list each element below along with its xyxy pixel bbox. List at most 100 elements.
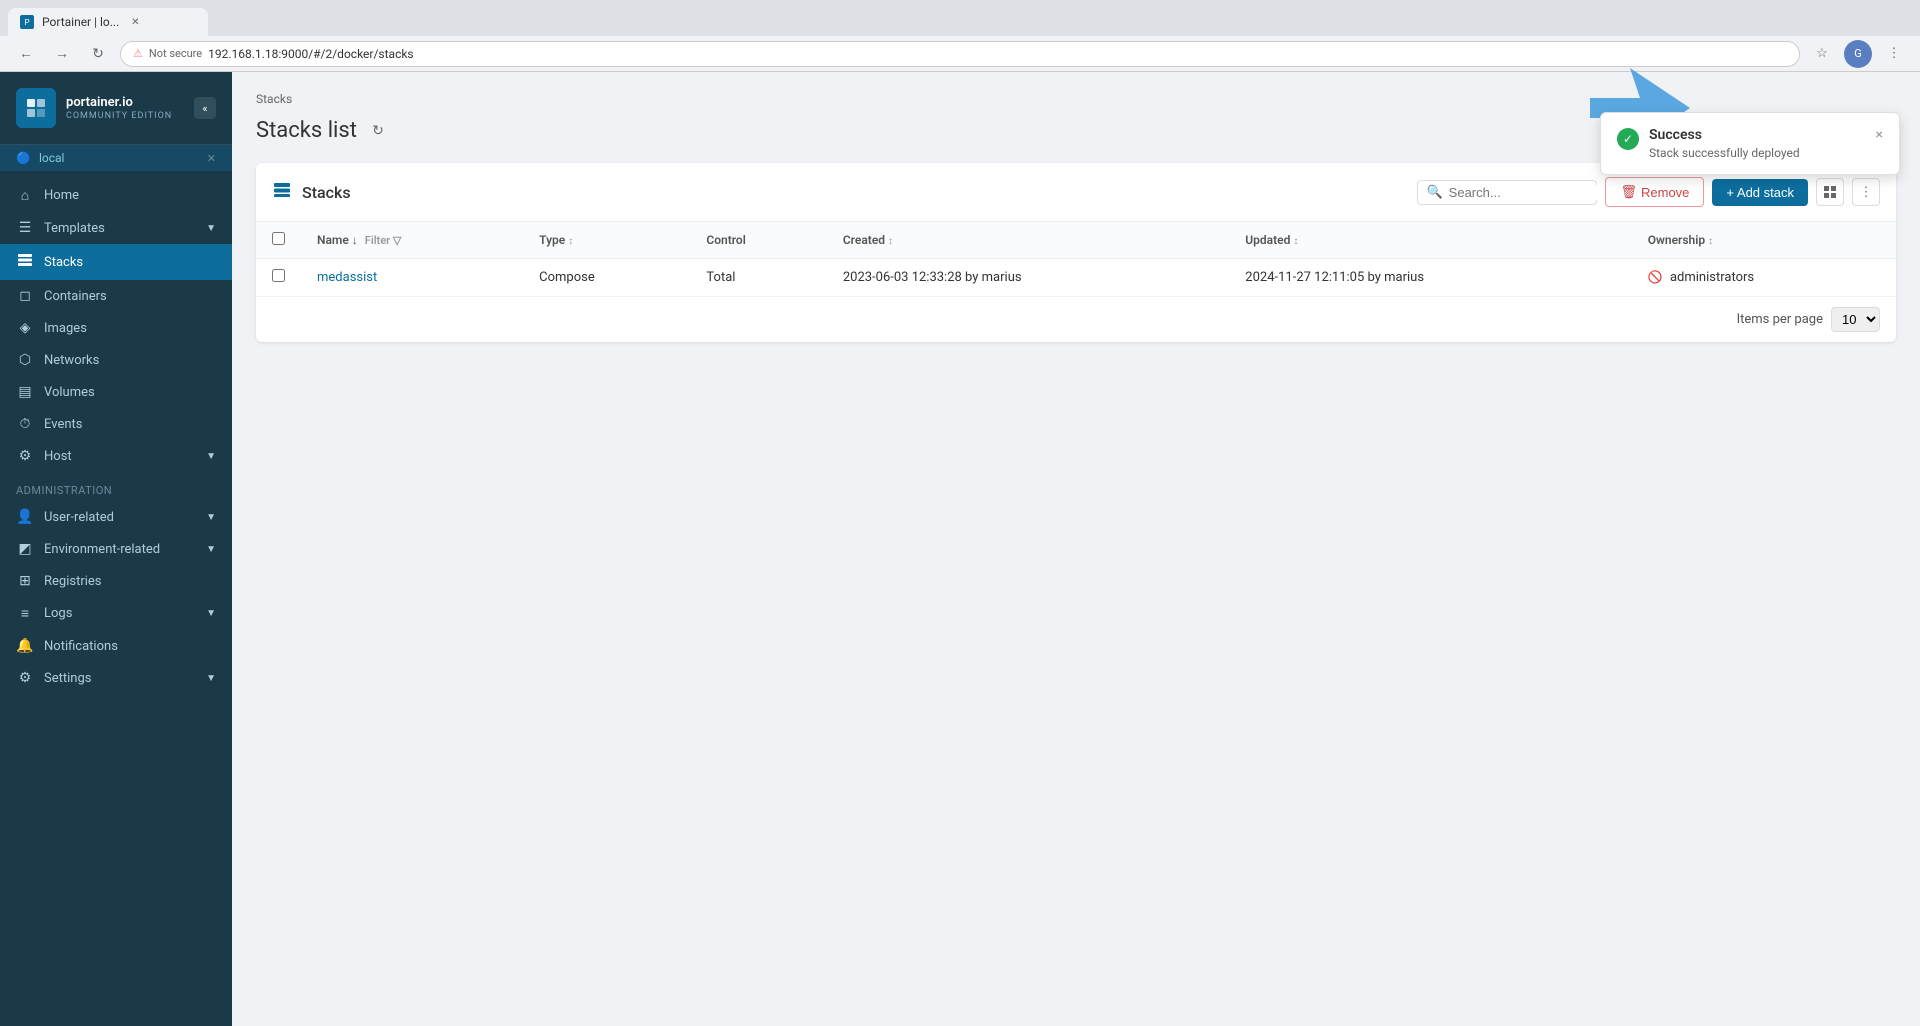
sidebar-item-templates[interactable]: ☰ Templates ▼ xyxy=(0,212,232,244)
col-control: Control xyxy=(690,222,826,259)
search-icon: 🔍 xyxy=(1426,185,1442,200)
local-environment-badge[interactable]: 🔵 local ✕ xyxy=(0,145,232,171)
sidebar-item-registries[interactable]: ⊞ Registries xyxy=(0,565,232,597)
type-sort-icon: ↕ xyxy=(568,236,573,247)
tab-favicon: P xyxy=(20,15,34,29)
profile-button[interactable]: G xyxy=(1844,40,1872,68)
sidebar-logo: portainer.io COMMUNITY EDITION « xyxy=(0,72,232,145)
sidebar-item-containers[interactable]: ◻ Containers xyxy=(0,280,232,312)
bookmark-button[interactable]: ☆ xyxy=(1808,40,1836,68)
sidebar-item-settings-label: Settings xyxy=(44,671,91,686)
templates-icon: ☰ xyxy=(16,220,34,236)
more-options-button[interactable]: ⋮ xyxy=(1852,178,1880,206)
view-toggle-button[interactable] xyxy=(1816,178,1844,206)
local-close-button[interactable]: ✕ xyxy=(207,152,216,165)
ownership-sort-icon: ↕ xyxy=(1708,236,1713,247)
browser-chrome: P Portainer | lo... ✕ ← → ↻ ⚠ Not secure… xyxy=(0,0,1920,72)
toast-close-button[interactable]: × xyxy=(1876,127,1883,143)
active-tab[interactable]: P Portainer | lo... ✕ xyxy=(8,8,208,36)
registries-icon: ⊞ xyxy=(16,573,34,589)
row-name-cell: medassist xyxy=(301,259,523,297)
tab-title: Portainer | lo... xyxy=(42,15,119,29)
card-actions: 🔍 ✕ 🗑 Remove + Add stack xyxy=(1417,177,1880,207)
remove-button[interactable]: 🗑 Remove xyxy=(1605,177,1704,207)
stacks-table: Name ↓ Filter ▽ Type ↕ Control Created ↕… xyxy=(256,222,1896,297)
select-all-checkbox[interactable] xyxy=(272,232,285,245)
host-chevron-icon: ▼ xyxy=(206,451,216,462)
images-icon: ◈ xyxy=(16,320,34,336)
row-type-cell: Compose xyxy=(523,259,690,297)
main-content: Stacks Stacks list ↻ Stacks 🔍 xyxy=(232,72,1920,1026)
logo-icon xyxy=(16,88,56,128)
updated-sort-icon: ↕ xyxy=(1293,236,1298,247)
host-icon: ⚙ xyxy=(16,448,34,464)
refresh-button[interactable]: ↻ xyxy=(367,120,389,142)
stack-name-link[interactable]: medassist xyxy=(317,270,377,285)
per-page-select[interactable]: 10 25 50 xyxy=(1831,307,1880,332)
logo-name: portainer.io xyxy=(66,95,172,112)
tab-close-button[interactable]: ✕ xyxy=(127,14,143,30)
add-stack-button[interactable]: + Add stack xyxy=(1712,179,1808,206)
toast-notification: ✓ Success Stack successfully deployed × xyxy=(1600,112,1900,175)
sidebar-collapse-button[interactable]: « xyxy=(194,97,216,119)
sidebar-item-user-related[interactable]: 👤 User-related ▼ xyxy=(0,501,232,533)
logs-chevron-icon: ▼ xyxy=(206,608,216,619)
card-title: Stacks xyxy=(302,183,1407,202)
table-body: medassist Compose Total 2023-06-03 12:33… xyxy=(256,259,1896,297)
networks-icon: ⬡ xyxy=(16,352,34,368)
select-all-column xyxy=(256,222,301,259)
sidebar-item-host-label: Host xyxy=(44,449,72,464)
col-created[interactable]: Created ↕ xyxy=(827,222,1229,259)
settings-icon: ⚙ xyxy=(16,670,34,686)
logo-sub: COMMUNITY EDITION xyxy=(66,111,172,121)
logs-icon: ≡ xyxy=(16,605,34,622)
tab-bar: P Portainer | lo... ✕ xyxy=(0,0,1920,36)
items-per-page-label: Items per page xyxy=(1737,312,1823,327)
col-name: Name ↓ Filter ▽ xyxy=(301,222,523,259)
col-name-label: Name ↓ xyxy=(317,233,358,247)
remove-icon: 🗑 xyxy=(1620,184,1637,200)
forward-button[interactable]: → xyxy=(48,40,76,68)
card-stacks-icon xyxy=(272,180,292,205)
toast-message: Stack successfully deployed xyxy=(1649,146,1866,160)
sidebar-item-events[interactable]: ⏱ Events xyxy=(0,408,232,440)
col-type[interactable]: Type ↕ xyxy=(523,222,690,259)
search-box: 🔍 ✕ xyxy=(1417,180,1597,205)
address-bar[interactable]: ⚠ Not secure 192.168.1.18:9000/#/2/docke… xyxy=(120,41,1800,67)
toast-container: ✓ Success Stack successfully deployed × xyxy=(1600,112,1900,175)
sidebar-item-host[interactable]: ⚙ Host ▼ xyxy=(0,440,232,472)
back-button[interactable]: ← xyxy=(12,40,40,68)
table-row: medassist Compose Total 2023-06-03 12:33… xyxy=(256,259,1896,297)
col-updated[interactable]: Updated ↕ xyxy=(1229,222,1631,259)
home-icon: ⌂ xyxy=(16,187,34,204)
containers-icon: ◻ xyxy=(16,288,34,304)
row-checkbox[interactable] xyxy=(272,269,285,282)
reload-button[interactable]: ↻ xyxy=(84,40,112,68)
security-warning: ⚠ xyxy=(133,47,143,60)
sidebar-item-env-related[interactable]: ◩ Environment-related ▼ xyxy=(0,533,232,565)
sidebar-item-volumes[interactable]: ▤ Volumes xyxy=(0,376,232,408)
sidebar-item-logs[interactable]: ≡ Logs ▼ xyxy=(0,597,232,630)
sidebar-item-settings[interactable]: ⚙ Settings ▼ xyxy=(0,662,232,694)
sidebar-item-images[interactable]: ◈ Images xyxy=(0,312,232,344)
sidebar-navigation: ⌂ Home ☰ Templates ▼ Stacks xyxy=(0,171,232,1026)
search-input[interactable] xyxy=(1449,185,1625,200)
sidebar-item-home[interactable]: ⌂ Home xyxy=(0,179,232,212)
sidebar-item-stacks[interactable]: Stacks xyxy=(0,244,232,280)
col-ownership[interactable]: Ownership ↕ xyxy=(1632,222,1896,259)
events-icon: ⏱ xyxy=(16,416,34,432)
browser-toolbar: ← → ↻ ⚠ Not secure 192.168.1.18:9000/#/2… xyxy=(0,36,1920,72)
table-header: Name ↓ Filter ▽ Type ↕ Control Created ↕… xyxy=(256,222,1896,259)
sidebar-item-stacks-label: Stacks xyxy=(44,255,83,270)
sidebar-item-notifications[interactable]: 🔔 Notifications xyxy=(0,630,232,662)
browser-menu-button[interactable]: ⋮ xyxy=(1880,40,1908,68)
security-label: Not secure xyxy=(149,47,202,60)
stacks-card: Stacks 🔍 ✕ 🗑 Remove + Add stack xyxy=(256,163,1896,342)
page-title: Stacks list xyxy=(256,118,357,143)
user-icon: 👤 xyxy=(16,509,34,525)
sidebar-item-networks-label: Networks xyxy=(44,353,99,368)
sidebar-item-images-label: Images xyxy=(44,321,87,336)
row-updated-cell: 2024-11-27 12:11:05 by marius xyxy=(1229,259,1631,297)
filter-icon[interactable]: Filter ▽ xyxy=(365,234,402,247)
sidebar-item-networks[interactable]: ⬡ Networks xyxy=(0,344,232,376)
